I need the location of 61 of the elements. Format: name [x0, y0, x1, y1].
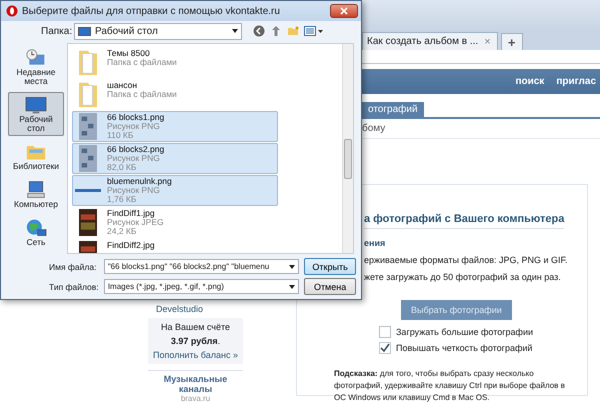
dropdown-arrow-icon — [289, 284, 296, 288]
folder-label: Папка: — [41, 26, 69, 36]
image-thumbnail — [76, 145, 100, 172]
checkbox-label: Загружать большие фотографии — [396, 327, 534, 337]
new-tab-button[interactable]: + — [500, 33, 523, 50]
file-item[interactable]: 66 blocks1.png Рисунок PNG 110 КБ — [72, 111, 278, 142]
image-thumbnail — [75, 189, 101, 192]
desktop-icon — [78, 26, 91, 36]
upload-heading: а фотографий с Вашего компьютера — [364, 213, 564, 229]
image-thumbnail — [76, 113, 100, 140]
back-icon[interactable] — [253, 25, 265, 37]
file-item[interactable]: FindDiff1.jpg Рисунок JPEG 24,2 КБ — [72, 207, 278, 238]
dialog-title: Выберите файлы для отправки с помощью vkontakte.ru — [22, 6, 280, 16]
promo-site: brava.ru — [180, 394, 212, 403]
place-item[interactable]: Недавние места — [8, 45, 64, 89]
breadcrumb-link[interactable]: бому — [362, 123, 386, 134]
globe-icon — [24, 218, 48, 238]
folder-icon — [76, 49, 100, 76]
file-type-dropdown[interactable]: Images (*.jpg, *.jpeg, *.gif, *.png) — [104, 279, 300, 294]
user-name[interactable]: Develstudio — [148, 302, 243, 316]
file-item[interactable]: bluemenulnk.png Рисунок PNG 1,76 КБ — [72, 175, 278, 206]
tab-title: Как создать альбом в ... — [367, 36, 478, 47]
file-type-label: Тип файлов: — [49, 282, 99, 292]
place-item[interactable]: Библиотеки — [8, 139, 64, 174]
page-tab[interactable]: отографий — [362, 102, 424, 117]
header-link[interactable]: приглас — [556, 76, 596, 87]
place-item[interactable]: Рабочий стол — [8, 92, 64, 136]
scrollbar[interactable] — [342, 44, 353, 253]
place-item[interactable]: Сеть — [8, 215, 64, 250]
hint-text: Подсказка: для того, чтобы выбрать сразу несколько фотографий, удерживайте клавишу Ctrl при выборе файлов в ОС Windows или клавишу Cmd в Mac OS. — [333, 368, 566, 404]
open-button[interactable]: Открыть — [304, 258, 356, 275]
up-folder-icon[interactable] — [270, 25, 282, 37]
dropdown-arrow-icon — [232, 29, 238, 33]
close-icon — [340, 7, 348, 15]
view-menu-icon[interactable] — [304, 25, 324, 37]
promo-title[interactable]: Музыкальные каналы — [148, 370, 243, 394]
file-item[interactable]: 66 blocks2.png Рисунок PNG 82,0 КБ — [72, 143, 278, 174]
file-name-label: Имя файла: — [49, 262, 98, 272]
top-up-link[interactable]: Пополнить баланс » — [150, 350, 241, 360]
dropdown-arrow-icon — [289, 264, 296, 268]
cancel-button[interactable]: Отмена — [304, 278, 356, 295]
place-item[interactable]: Компьютер — [8, 177, 64, 212]
folder-icon — [76, 81, 100, 108]
close-button[interactable] — [330, 4, 358, 18]
balance-amount: 3.97 рубля. — [170, 336, 222, 346]
image-thumbnail — [76, 209, 100, 236]
folder-dropdown[interactable]: Рабочий стол — [74, 22, 242, 40]
checkbox[interactable] — [379, 342, 391, 354]
monitor-icon — [24, 95, 48, 115]
info-text: ерживаемые форматы файлов: JPG, PNG и GIF. — [364, 255, 568, 265]
balance-label: На Вашем счёте — [160, 322, 232, 332]
section-title: ения — [364, 238, 386, 248]
checkbox-label: Повышать четкость фотографий — [396, 343, 532, 353]
browser-tab[interactable]: Как создать альбом в ... × — [362, 32, 498, 50]
browser-logo-icon — [6, 5, 18, 17]
info-text: жете загружать до 50 фотографий за один раз. — [364, 272, 561, 282]
file-item[interactable]: Темы 8500 Папка с файлами — [72, 47, 278, 78]
header-link[interactable]: поиск — [515, 76, 544, 87]
file-name-field[interactable]: "66 blocks1.png" "66 blocks2.png" "bluemenu — [104, 259, 300, 274]
checkbox[interactable] — [379, 326, 391, 338]
file-item[interactable]: шансон Папка с файлами — [72, 79, 278, 110]
